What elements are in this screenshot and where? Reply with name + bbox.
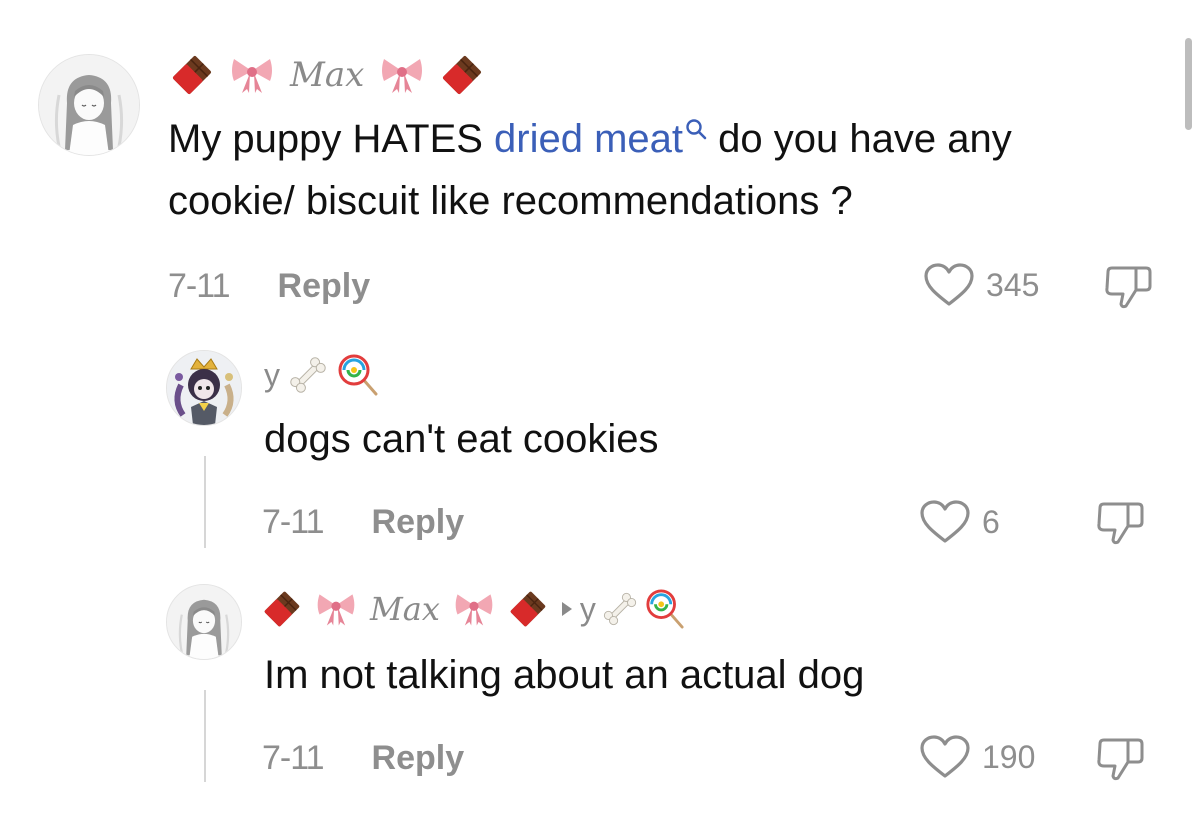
comment-1-meta: 7-11 Reply: [168, 266, 370, 306]
avatar-y[interactable]: [166, 350, 242, 426]
heart-outline-icon[interactable]: [922, 262, 976, 308]
comment-3-like-button[interactable]: 190: [918, 735, 1035, 779]
comment-2-reply-button[interactable]: Reply: [372, 503, 465, 542]
comment-3-reply-button[interactable]: Reply: [372, 739, 465, 778]
chocolate-bar-icon: [170, 55, 214, 95]
comment-1-reply-button[interactable]: Reply: [278, 267, 371, 306]
comment-1-username-row[interactable]: Max: [170, 50, 484, 100]
comment-1-text-start: My puppy HATES: [168, 117, 495, 161]
thumbs-down-icon[interactable]: [1094, 736, 1146, 782]
comment-3-like-count: 190: [982, 738, 1036, 775]
chocolate-bar-icon: [508, 590, 548, 628]
search-link-label[interactable]: dried meat: [494, 117, 683, 161]
chocolate-bar-icon: [440, 55, 484, 95]
bone-icon: [286, 355, 330, 395]
ribbon-bow-icon: [378, 55, 426, 95]
thumbs-down-icon[interactable]: [1102, 264, 1154, 310]
ribbon-bow-icon: [452, 590, 496, 628]
thread-line-2: [204, 690, 206, 782]
comment-1-date: 7-11: [168, 266, 231, 305]
scrollbar[interactable]: [1185, 38, 1192, 130]
avatar-image: [167, 585, 241, 659]
chocolate-bar-icon: [262, 590, 302, 628]
comment-2-date: 7-11: [262, 502, 325, 541]
lollipop-icon: [336, 354, 380, 396]
comment-2-meta: 7-11 Reply: [262, 502, 464, 542]
comment-2-like-button[interactable]: 6: [918, 500, 1000, 544]
bone-icon: [600, 590, 640, 628]
avatar-max[interactable]: [166, 584, 242, 660]
comment-1-username[interactable]: Max: [290, 55, 364, 95]
comment-1-like-button[interactable]: 345: [922, 263, 1039, 307]
comment-3-text: Im not talking about an actual dog: [264, 653, 865, 697]
comment-1-line-1: My puppy HATES dried meat do you have an…: [168, 108, 1168, 170]
comment-3-username[interactable]: Max: [370, 590, 440, 628]
thumbs-down-icon[interactable]: [1094, 500, 1146, 546]
comment-1-text-end: do you have any: [707, 117, 1012, 161]
comment-2-text: dogs can't eat cookies: [264, 417, 659, 461]
ribbon-bow-icon: [228, 55, 276, 95]
search-icon[interactable]: [685, 118, 707, 140]
comment-1-text: My puppy HATES dried meat do you have an…: [168, 108, 1168, 232]
comment-2-username[interactable]: y: [264, 357, 280, 394]
reply-arrow-icon: [560, 600, 574, 618]
avatar-image: [167, 351, 241, 425]
comment-1-line-2: cookie/ biscuit like recommendations ?: [168, 179, 853, 223]
comment-2-username-row[interactable]: y: [264, 352, 380, 398]
heart-outline-icon[interactable]: [918, 499, 972, 545]
thread-line-1: [204, 456, 206, 548]
reply-to-username[interactable]: y: [580, 591, 596, 628]
heart-outline-icon[interactable]: [918, 734, 972, 780]
dried-meat-search-link[interactable]: dried meat: [494, 117, 707, 161]
avatar-image: [39, 55, 139, 155]
comments-screen: Max My puppy HATES dried meat do you hav…: [0, 0, 1200, 814]
comment-1-like-count: 345: [986, 266, 1040, 303]
comment-3-meta: 7-11 Reply: [262, 738, 464, 778]
avatar-max[interactable]: [38, 54, 140, 156]
comment-3-username-row[interactable]: Max y: [262, 586, 686, 632]
ribbon-bow-icon: [314, 590, 358, 628]
lollipop-icon: [644, 589, 686, 629]
comment-3-date: 7-11: [262, 738, 325, 777]
comment-2-like-count: 6: [982, 503, 1000, 540]
